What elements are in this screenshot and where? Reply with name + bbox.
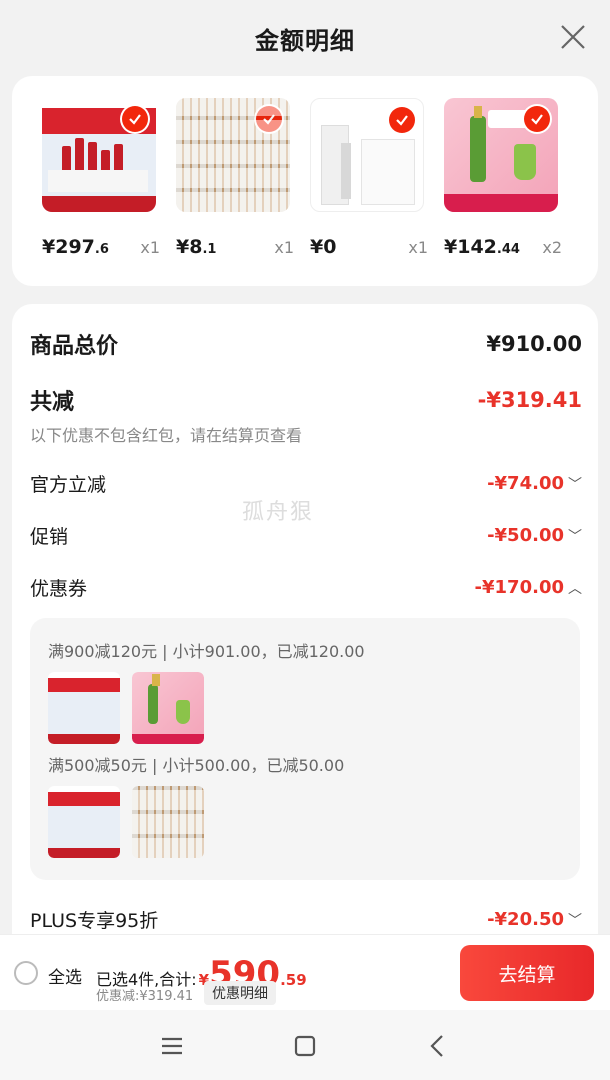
chevron-down-icon[interactable]: ﹀	[568, 474, 582, 494]
reduce-row: 共减 -¥319.41	[30, 384, 582, 416]
total-dec: .59	[280, 971, 307, 989]
discount-summary: 优惠减:¥319.41	[96, 989, 194, 1004]
product-price: ¥8.1	[176, 236, 217, 258]
coupon-line: 满900减120元 | 小计901.00，已减120.00	[48, 642, 365, 661]
coupon-product-thumb[interactable]	[132, 672, 204, 744]
coupon-product-thumb[interactable]	[48, 672, 120, 744]
product-image[interactable]	[176, 98, 290, 212]
product-item[interactable]: ¥0 x1	[310, 98, 428, 258]
promo-label: 促销	[30, 526, 69, 548]
product-qty: x1	[274, 238, 294, 257]
page-title: 金额明细	[255, 26, 355, 55]
coupon-product-thumb[interactable]	[48, 786, 120, 858]
coupon-detail-box: 满900减120元 | 小计901.00，已减120.00 满500减50元 |…	[30, 618, 580, 880]
select-all-radio[interactable]	[14, 961, 38, 985]
check-icon	[524, 106, 550, 132]
checkout-button[interactable]: 去结算	[460, 945, 594, 1001]
product-price: ¥297.6	[42, 236, 109, 258]
plus-value: -¥20.50	[487, 909, 564, 930]
product-strip: ¥297.6 x1 ¥8.1 x1 ¥0 x1 ¥142.44 x2	[12, 76, 598, 286]
official-value: -¥74.00	[487, 473, 564, 494]
product-qty: x1	[408, 238, 428, 257]
chevron-down-icon[interactable]: ﹀	[568, 910, 582, 930]
home-icon[interactable]	[291, 1032, 319, 1060]
check-icon	[256, 106, 282, 132]
chevron-down-icon[interactable]: ﹀	[568, 526, 582, 546]
reduce-label: 共减	[30, 390, 75, 415]
official-label: 官方立减	[30, 474, 107, 496]
total-label: 商品总价	[30, 334, 119, 359]
product-price: ¥142.44	[444, 236, 520, 258]
checkout-bar: 全选 已选4件,合计: ¥ 590 .59 优惠减:¥319.41 优惠明细 去…	[0, 934, 610, 1010]
chevron-up-icon[interactable]: ︿	[568, 578, 582, 598]
coupon-label: 优惠券	[30, 578, 88, 600]
product-item[interactable]: ¥142.44 x2	[444, 98, 562, 258]
coupon-row[interactable]: 优惠券 -¥170.00 ︿	[30, 574, 582, 601]
check-icon	[122, 106, 148, 132]
menu-icon[interactable]	[158, 1032, 186, 1060]
total-value: ¥910.00	[486, 332, 582, 356]
price-detail-panel: 商品总价 ¥910.00 共减 -¥319.41 以下优惠不包含红包，请在结算页…	[12, 304, 598, 944]
back-icon[interactable]	[424, 1032, 452, 1060]
select-all-label[interactable]: 全选	[48, 963, 82, 988]
coupon-product-thumb[interactable]	[132, 786, 204, 858]
discount-detail-button[interactable]: 优惠明细	[204, 981, 276, 1005]
promo-value: -¥50.00	[487, 525, 564, 546]
coupon-value: -¥170.00	[474, 577, 564, 598]
total-row: 商品总价 ¥910.00	[30, 328, 582, 360]
modal-header: 金额明细	[0, 0, 610, 76]
product-qty: x1	[140, 238, 160, 257]
coupon-line: 满500减50元 | 小计500.00，已减50.00	[48, 756, 345, 775]
discount-note: 以下优惠不包含红包，请在结算页查看	[30, 426, 303, 445]
product-qty: x2	[542, 238, 562, 257]
plus-row[interactable]: PLUS专享95折 -¥20.50 ﹀	[30, 906, 582, 933]
product-image[interactable]	[42, 98, 156, 212]
system-nav-bar	[0, 1010, 610, 1080]
product-price: ¥0	[310, 236, 337, 258]
check-icon	[389, 107, 415, 133]
product-image[interactable]	[310, 98, 424, 212]
official-discount-row[interactable]: 官方立减 -¥74.00 ﹀	[30, 470, 582, 497]
plus-label: PLUS专享95折	[30, 910, 159, 932]
product-item[interactable]: ¥8.1 x1	[176, 98, 294, 258]
promo-row[interactable]: 促销 -¥50.00 ﹀	[30, 522, 582, 549]
product-image[interactable]	[444, 98, 558, 212]
product-item[interactable]: ¥297.6 x1	[42, 98, 160, 258]
close-icon[interactable]	[558, 22, 588, 52]
reduce-value: -¥319.41	[477, 388, 582, 412]
